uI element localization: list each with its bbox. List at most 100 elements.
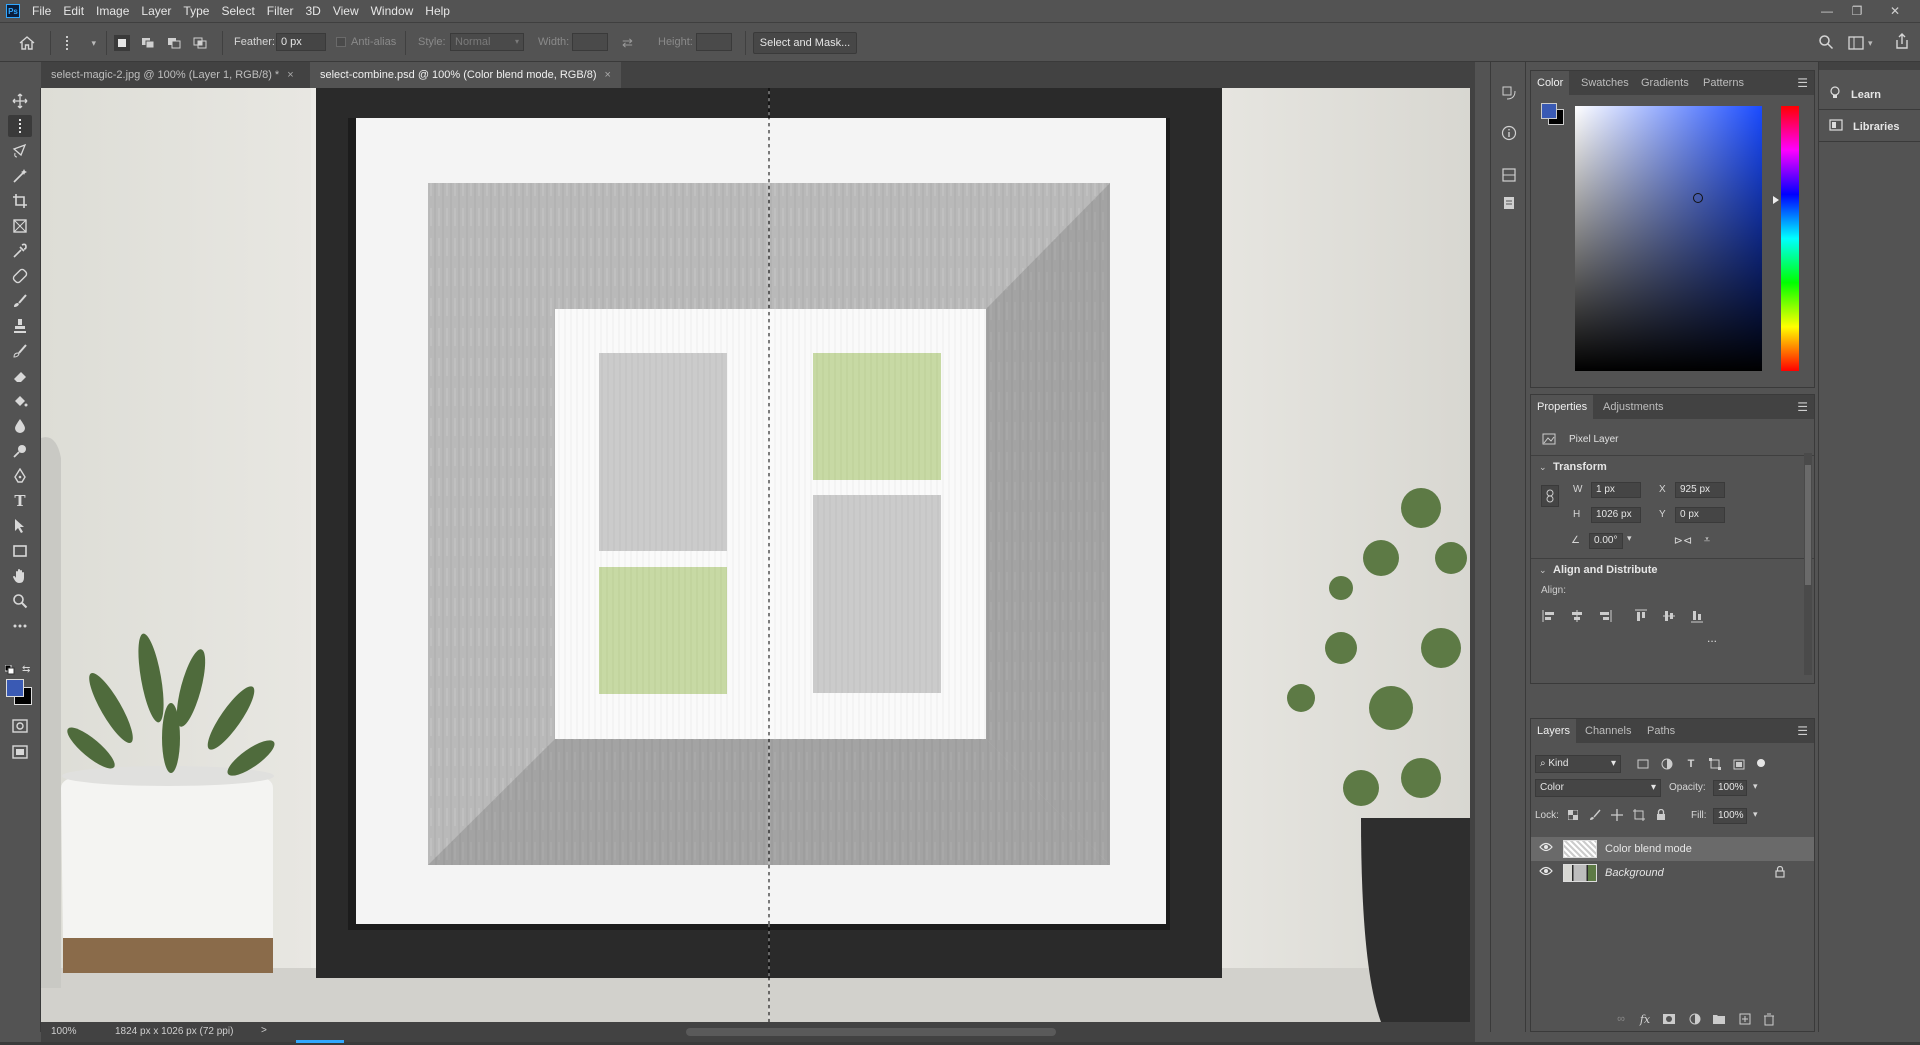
new-layer-icon[interactable] — [1737, 1011, 1753, 1027]
link-layers-icon[interactable]: ∞ — [1613, 1011, 1629, 1027]
new-group-icon[interactable] — [1711, 1011, 1727, 1027]
menu-filter[interactable]: Filter — [261, 0, 300, 22]
lock-image-icon[interactable] — [1587, 807, 1603, 823]
menu-layer[interactable]: Layer — [135, 0, 177, 22]
layer-row-background[interactable]: Background — [1531, 861, 1814, 885]
menu-type[interactable]: Type — [177, 0, 215, 22]
y-field[interactable]: 0 px — [1675, 507, 1725, 523]
brush-tool-icon[interactable] — [8, 290, 32, 312]
color-field[interactable] — [1575, 106, 1762, 371]
tab-properties[interactable]: Properties — [1531, 395, 1594, 419]
filter-shape-icon[interactable] — [1707, 756, 1723, 772]
feather-input[interactable]: 0 px — [276, 33, 326, 51]
new-adjustment-icon[interactable] — [1687, 1011, 1703, 1027]
align-bottom-icon[interactable] — [1689, 608, 1705, 624]
libraries-button[interactable]: Libraries — [1819, 112, 1920, 142]
fx-icon[interactable]: fx — [1637, 1011, 1653, 1027]
filter-pixel-icon[interactable] — [1635, 756, 1651, 772]
notes-icon[interactable] — [1500, 194, 1518, 212]
new-selection-icon[interactable] — [114, 35, 130, 51]
lock-transparent-icon[interactable] — [1565, 807, 1581, 823]
zoom-tool-icon[interactable] — [8, 590, 32, 612]
eyedropper-tool-icon[interactable] — [8, 240, 32, 262]
intersect-selection-icon[interactable] — [192, 35, 208, 51]
default-colors-icon[interactable] — [4, 664, 15, 675]
info-icon[interactable] — [1500, 124, 1518, 142]
pen-tool-icon[interactable] — [8, 465, 32, 487]
tab-channels[interactable]: Channels — [1579, 719, 1637, 743]
move-tool-icon[interactable] — [8, 90, 32, 112]
search-icon[interactable] — [1818, 34, 1836, 52]
tab-select-magic-2[interactable]: select-magic-2.jpg @ 100% (Layer 1, RGB/… — [41, 62, 304, 88]
tab-gradients[interactable]: Gradients — [1635, 71, 1695, 95]
antialias-checkbox[interactable] — [336, 37, 346, 47]
blend-mode-select[interactable]: Color ▾ — [1535, 779, 1661, 797]
add-selection-icon[interactable] — [140, 35, 156, 51]
height-field[interactable]: 1026 px — [1591, 507, 1641, 523]
tab-select-combine[interactable]: select-combine.psd @ 100% (Color blend m… — [310, 62, 621, 88]
document-canvas[interactable] — [41, 88, 1470, 1022]
width-field[interactable]: 1 px — [1591, 482, 1641, 498]
menu-select[interactable]: Select — [215, 0, 260, 22]
tab-paths[interactable]: Paths — [1641, 719, 1681, 743]
marquee-tool-icon[interactable] — [8, 115, 32, 137]
history-brush-tool-icon[interactable] — [8, 340, 32, 362]
status-menu-arrow[interactable]: > — [261, 1025, 267, 1036]
history-icon[interactable] — [1500, 84, 1518, 102]
workspace-icon[interactable]: ▾ — [1848, 34, 1878, 52]
hue-slider-handle[interactable] — [1773, 196, 1779, 204]
add-mask-icon[interactable] — [1661, 1011, 1677, 1027]
menu-edit[interactable]: Edit — [57, 0, 90, 22]
trash-icon[interactable] — [1761, 1011, 1777, 1027]
filter-smart-object-icon[interactable] — [1731, 756, 1747, 772]
menu-3d[interactable]: 3D — [299, 0, 326, 22]
tab-color[interactable]: Color — [1531, 71, 1570, 95]
chevron-down-icon[interactable]: ⌄ — [1539, 462, 1547, 473]
eye-icon[interactable] — [1539, 866, 1553, 880]
tab-swatches[interactable]: Swatches — [1575, 71, 1635, 95]
flip-vertical-icon[interactable]: ⩡ — [1699, 532, 1715, 548]
lock-position-icon[interactable] — [1609, 807, 1625, 823]
filter-type-icon[interactable]: T — [1683, 756, 1699, 772]
menu-help[interactable]: Help — [419, 0, 456, 22]
chevron-down-icon[interactable]: ⌄ — [1539, 565, 1547, 576]
swap-dimensions-icon[interactable]: ⇄ — [622, 35, 640, 51]
align-top-icon[interactable] — [1633, 608, 1649, 624]
rectangle-tool-icon[interactable] — [8, 540, 32, 562]
tool-preset-picker[interactable]: ▾ — [62, 32, 96, 54]
style-select[interactable]: Normal ▾ — [450, 33, 524, 51]
height-input[interactable] — [696, 33, 732, 51]
filter-kind-select[interactable]: ⌕ Kind ▾ — [1535, 755, 1621, 773]
vertical-scrollbar[interactable] — [1470, 88, 1475, 1022]
clone-stamp-tool-icon[interactable] — [8, 315, 32, 337]
properties-scrollbar[interactable] — [1804, 453, 1812, 675]
restore-icon[interactable]: ❐ — [1842, 0, 1872, 22]
more-options-icon[interactable]: ... — [1707, 631, 1717, 645]
screen-mode-icon[interactable] — [8, 741, 32, 763]
menu-view[interactable]: View — [327, 0, 365, 22]
align-left-icon[interactable] — [1541, 608, 1557, 624]
canvas-area[interactable] — [41, 88, 1475, 1022]
lock-artboard-icon[interactable] — [1631, 807, 1647, 823]
close-window-icon[interactable]: ✕ — [1880, 0, 1910, 22]
layer-name[interactable]: Background — [1605, 867, 1664, 879]
type-tool-icon[interactable]: T — [8, 490, 32, 512]
flip-horizontal-icon[interactable]: ⊳⊲ — [1674, 532, 1692, 548]
path-selection-tool-icon[interactable] — [8, 515, 32, 537]
tab-layers[interactable]: Layers — [1531, 719, 1577, 743]
menu-file[interactable]: File — [26, 0, 57, 22]
tab-adjustments[interactable]: Adjustments — [1597, 395, 1670, 419]
paint-bucket-tool-icon[interactable] — [8, 390, 32, 412]
panel-menu-icon[interactable]: ☰ — [1797, 76, 1808, 90]
share-icon[interactable] — [1894, 33, 1912, 51]
subtract-selection-icon[interactable] — [166, 35, 182, 51]
foreground-color-swatch[interactable] — [6, 679, 24, 697]
frame-tool-icon[interactable] — [8, 215, 32, 237]
close-tab-icon[interactable]: × — [605, 69, 611, 81]
panel-menu-icon[interactable]: ☰ — [1797, 400, 1808, 414]
align-center-horizontal-icon[interactable] — [1569, 608, 1585, 624]
dodge-tool-icon[interactable] — [8, 440, 32, 462]
angle-field[interactable]: 0.00° — [1589, 533, 1623, 549]
opacity-field[interactable]: 100% — [1713, 780, 1747, 796]
hand-tool-icon[interactable] — [8, 565, 32, 587]
